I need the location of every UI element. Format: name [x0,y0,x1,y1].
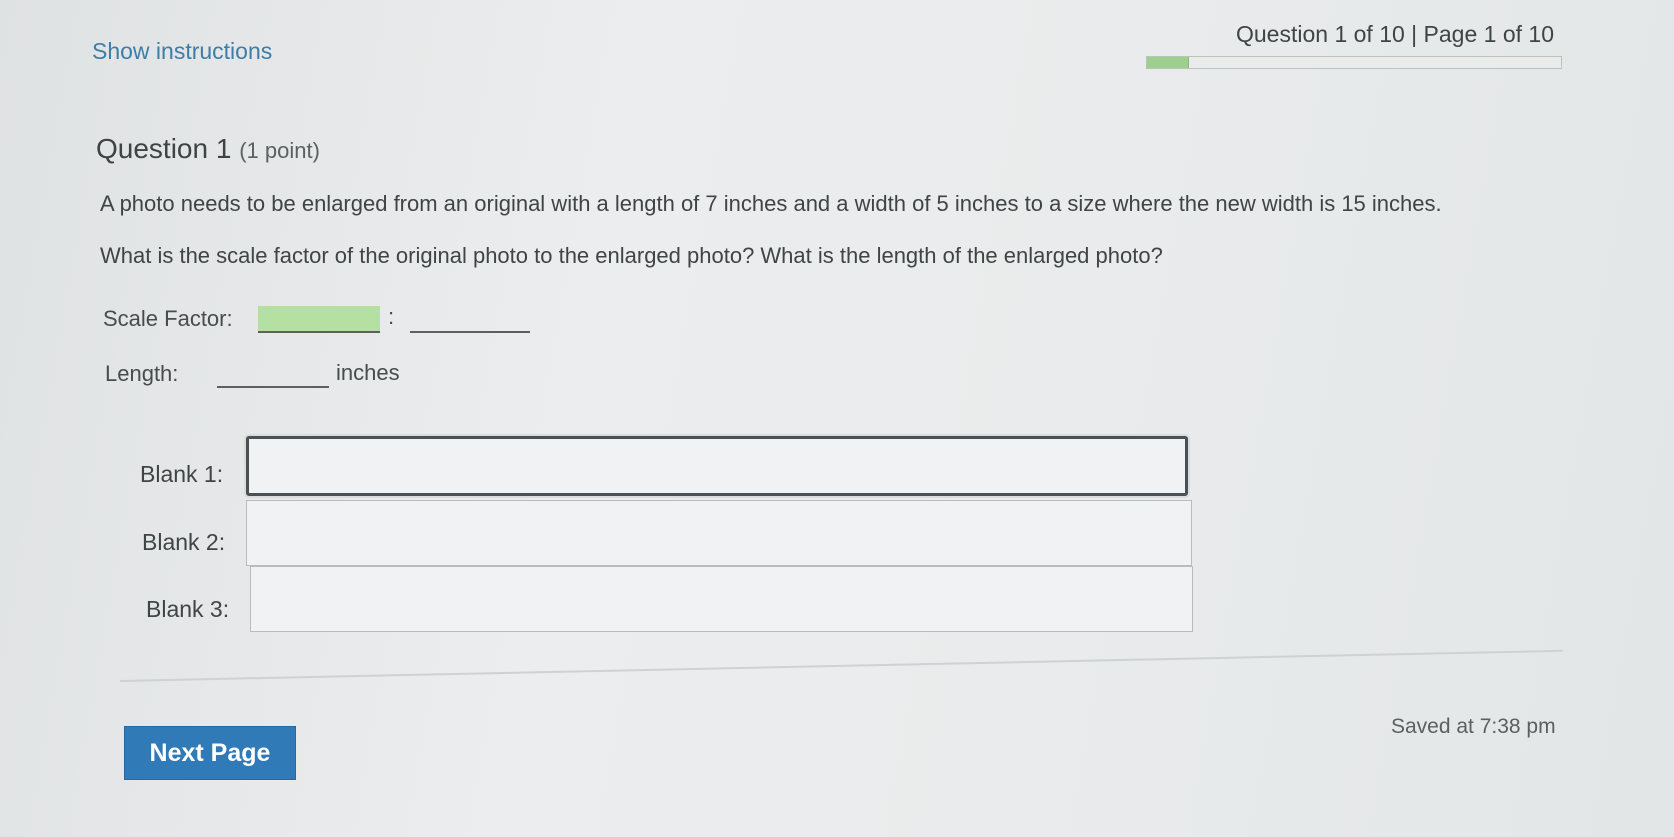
progress-bar-fill [1147,57,1190,68]
question-text-line-2: What is the scale factor of the original… [100,243,1163,268]
length-blank [217,361,329,388]
progress-label: Question 1 of 10 | Page 1 of 10 [1236,21,1554,47]
scale-factor-label: Scale Factor: [103,306,233,331]
saved-status: Saved at 7:38 pm [1391,715,1556,738]
blank-2-label: Blank 2: [142,529,226,555]
progress-bar [1146,56,1562,69]
blank-3-input[interactable] [250,566,1193,632]
inches-label: inches [336,360,400,385]
blank-3-label: Blank 3: [146,596,230,622]
scale-factor-blank-1 [258,306,380,333]
question-text-line-1: A photo needs to be enlarged from an ori… [100,191,1442,216]
next-page-button[interactable]: Next Page [124,726,296,780]
scale-factor-blank-2 [410,306,530,333]
question-title: Question 1 (1 point) [96,133,320,165]
footer-divider [119,649,1563,682]
blank-1-input[interactable] [246,436,1188,496]
question-points: (1 point) [239,138,320,163]
blank-2-input[interactable] [246,500,1192,566]
scale-factor-colon: : [388,304,395,329]
show-instructions-link[interactable]: Show instructions [92,38,272,65]
question-number: Question 1 [96,133,232,164]
length-label: Length: [105,361,179,386]
blank-1-label: Blank 1: [140,461,224,487]
quiz-page: Show instructions Question 1 of 10 | Pag… [0,0,1674,837]
